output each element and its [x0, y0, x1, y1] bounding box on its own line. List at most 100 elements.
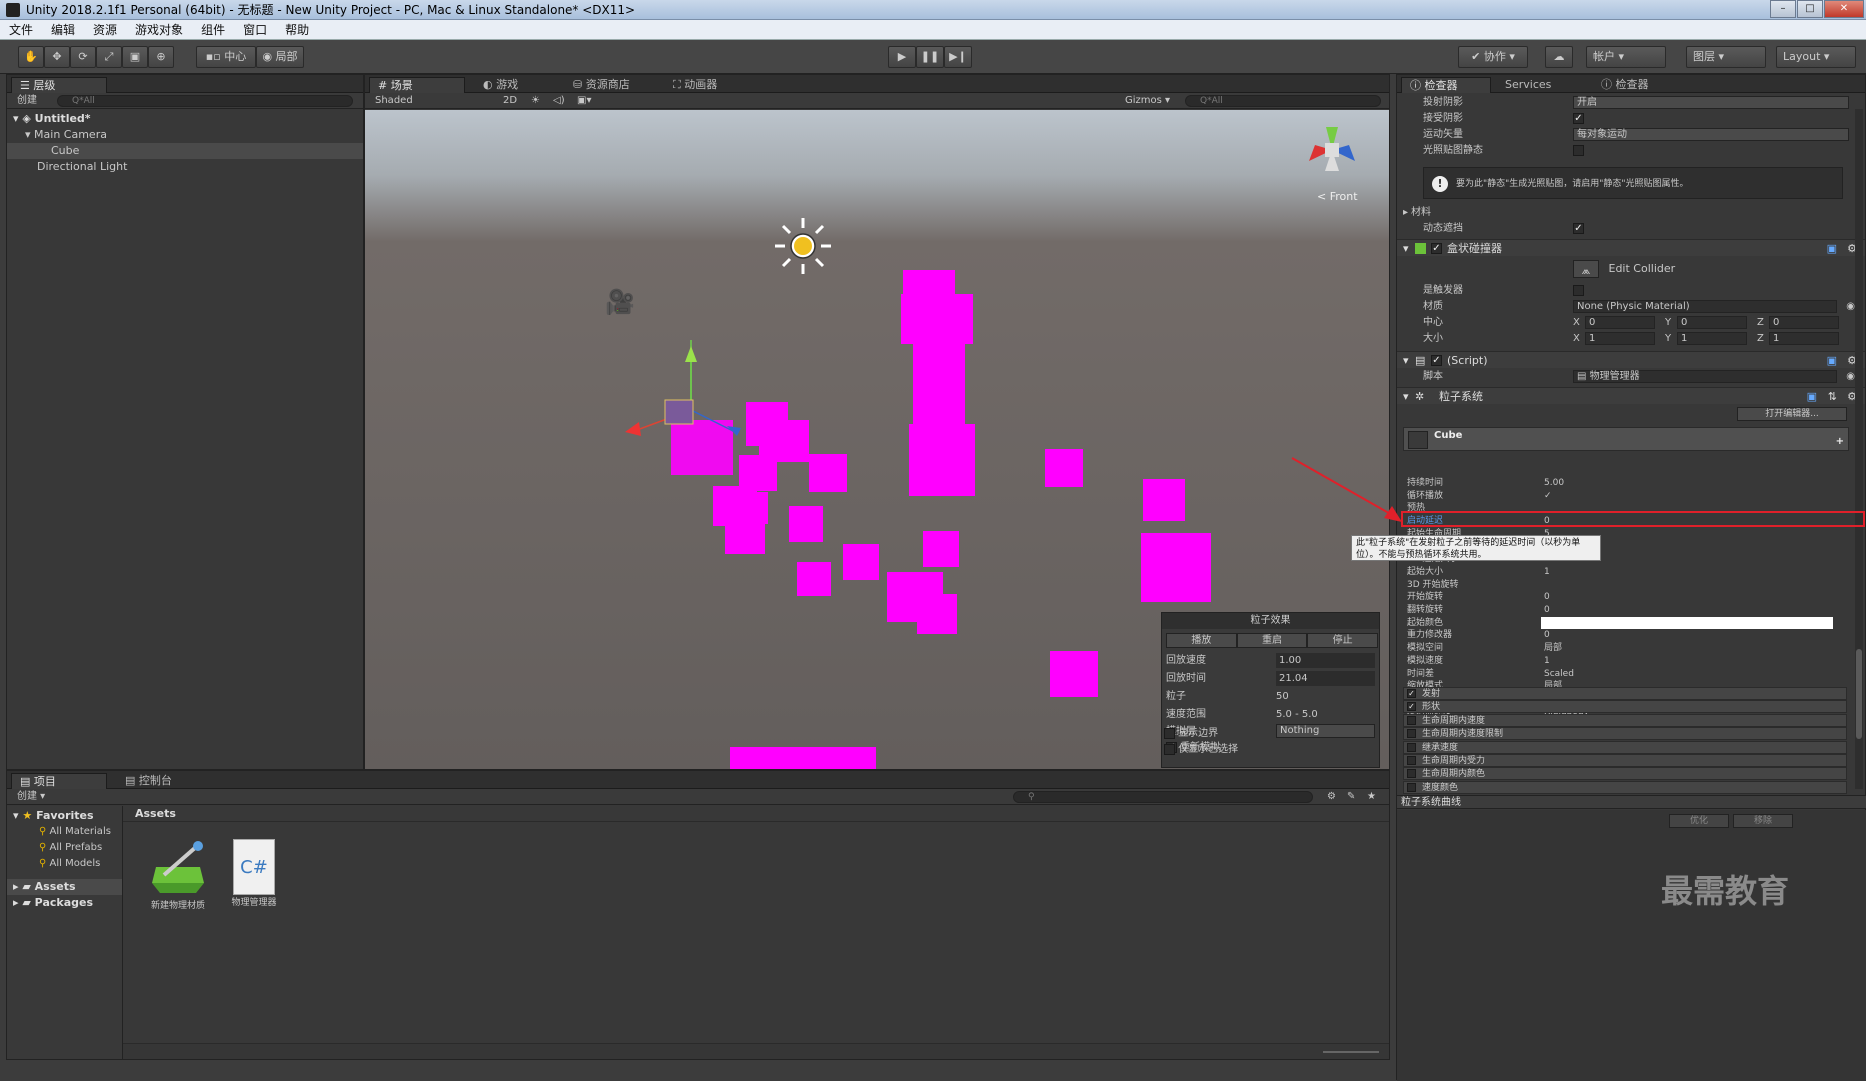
property-value-field[interactable]: 1 — [1541, 566, 1841, 578]
particle-module-row[interactable]: 速度颜色 — [1403, 780, 1847, 794]
menu-window[interactable]: 窗口 — [234, 20, 276, 40]
checkbox-checked-icon[interactable]: ✓ — [1407, 689, 1416, 698]
move-tool-icon[interactable]: ✥ — [44, 46, 70, 68]
menu-gameobject[interactable]: 游戏对象 — [126, 20, 192, 40]
tab-services[interactable]: Services — [1497, 77, 1559, 93]
effects-toggle-icon[interactable]: ▣▾ — [577, 93, 591, 109]
property-value-field[interactable]: 0 — [1541, 591, 1841, 603]
rect-tool-icon[interactable]: ▣ — [122, 46, 148, 68]
particle-module-row[interactable]: 继承速度 — [1403, 740, 1847, 754]
checkbox-icon[interactable] — [1573, 145, 1584, 156]
particle-module-row[interactable]: 生命周期内受力 — [1403, 754, 1847, 767]
particle-curves-area[interactable]: 优化 移除 最需教育 — [1397, 810, 1866, 1081]
directional-light-icon[interactable] — [775, 218, 831, 274]
checkbox-icon[interactable] — [1407, 782, 1416, 792]
tab-scene[interactable]: # 场景 — [369, 77, 465, 93]
favorite-all-materials[interactable]: ⚲ All Materials — [7, 824, 122, 840]
checkbox-icon[interactable] — [1164, 727, 1175, 739]
property-value-field[interactable] — [1541, 579, 1841, 591]
space-toggle-button[interactable]: ◉ 局部 — [256, 46, 304, 68]
property-value-field[interactable]: ✓ — [1541, 490, 1841, 502]
show-bounds-toggle[interactable]: 显示边界 — [1164, 727, 1218, 741]
play-button[interactable]: ▶ — [888, 46, 916, 68]
checkbox-icon[interactable] — [1407, 715, 1416, 725]
property-value-field[interactable]: 1 — [1541, 655, 1841, 667]
pause-button[interactable]: ❚❚ — [916, 46, 944, 68]
assets-folder[interactable]: ▸ ▰ Assets — [7, 879, 122, 895]
particle-module-row[interactable]: 生命周期内颜色 — [1403, 767, 1847, 781]
checkbox-icon[interactable] — [1407, 756, 1416, 765]
property-value-field[interactable]: 5.00 — [1541, 477, 1841, 489]
layout-dropdown[interactable]: Layout ▾ — [1776, 46, 1856, 68]
box-collider-header[interactable]: ▾ ✓ 盒状碰撞器 ▣ ⚙ — [1397, 239, 1865, 256]
center-z-field[interactable]: 0 — [1769, 316, 1839, 329]
tab-animator[interactable]: ⛶ 动画器 — [665, 77, 725, 93]
stop-effect-button[interactable]: 停止 — [1307, 633, 1379, 648]
checkbox-icon[interactable] — [1407, 729, 1416, 739]
particle-module-row[interactable]: ✓ 发射 — [1403, 687, 1847, 700]
menu-assets[interactable]: 资源 — [84, 20, 126, 40]
script-reference-field[interactable]: ▤ 物理管理器 — [1573, 370, 1837, 383]
pivot-toggle-button[interactable]: ▪▫ 中心 — [196, 46, 256, 68]
rotate-tool-icon[interactable]: ⟳ — [70, 46, 96, 68]
filter-label-icon[interactable]: ✎ — [1347, 789, 1355, 805]
center-x-field[interactable]: 0 — [1585, 316, 1655, 329]
favorite-all-models[interactable]: ⚲ All Models — [7, 856, 122, 872]
project-create-dropdown[interactable]: 创建 ▾ — [17, 789, 45, 805]
remove-button[interactable]: 移除 — [1733, 814, 1793, 828]
checkbox-icon[interactable] — [1164, 743, 1175, 755]
asset-script[interactable]: C# 物理管理器 — [219, 839, 289, 919]
component-enabled-checkbox[interactable]: ✓ — [1431, 355, 1442, 366]
scene-search-input[interactable]: Q*All — [1185, 95, 1381, 107]
project-search-input[interactable]: ⚲ — [1013, 791, 1313, 803]
checkbox-icon[interactable] — [1573, 285, 1584, 296]
particle-module-row[interactable]: ✓ 形状 — [1403, 700, 1847, 714]
layers-dropdown[interactable]: 图层 ▾ — [1686, 46, 1766, 68]
packages-folder[interactable]: ▸ ▰ Packages — [7, 895, 122, 911]
edit-collider-button[interactable]: ⩕ — [1573, 260, 1599, 278]
optimize-button[interactable]: 优化 — [1669, 814, 1729, 828]
restart-effect-button[interactable]: 重启 — [1236, 633, 1308, 648]
shading-dropdown[interactable]: Shaded — [375, 93, 413, 109]
playback-time-field[interactable]: 21.04 — [1276, 671, 1375, 686]
menu-file[interactable]: 文件 — [0, 20, 42, 40]
gizmos-dropdown[interactable]: Gizmos ▾ — [1125, 93, 1170, 109]
transform-tool-icon[interactable]: ⊕ — [148, 46, 174, 68]
center-y-field[interactable]: 0 — [1677, 316, 1747, 329]
hierarchy-item-main-camera[interactable]: ▾ Main Camera — [7, 127, 363, 143]
minimize-button[interactable]: – — [1770, 0, 1796, 18]
tab-console[interactable]: ▤ 控制台 — [117, 773, 180, 789]
close-button[interactable]: ✕ — [1824, 0, 1864, 18]
menu-edit[interactable]: 编辑 — [42, 20, 84, 40]
size-z-field[interactable]: 1 — [1769, 332, 1839, 345]
scrollbar-thumb[interactable] — [1856, 649, 1862, 739]
tab-asset-store[interactable]: ⛁ 资源商店 — [565, 77, 638, 93]
filter-type-icon[interactable]: ⚙ — [1327, 789, 1336, 805]
simulate-layers-dropdown[interactable]: Nothing — [1276, 724, 1375, 738]
menu-help[interactable]: 帮助 — [276, 20, 318, 40]
property-value-field[interactable]: 0 — [1541, 629, 1841, 641]
property-value-field[interactable]: Scaled — [1541, 668, 1841, 680]
favorite-all-prefabs[interactable]: ⚲ All Prefabs — [7, 840, 122, 856]
particle-curves-header[interactable]: 粒子系统曲线 — [1397, 795, 1866, 809]
scene-viewport[interactable]: 🎥 < Front 粒子效果 播放 重启 停止 回放速度 1.00 回放时间 21.… — [365, 110, 1389, 769]
show-selected-only-toggle[interactable]: 仅显示已选择 — [1164, 743, 1238, 757]
preset-icon[interactable]: ⇅ — [1828, 388, 1837, 405]
checkbox-checked-icon[interactable]: ✓ — [1407, 702, 1416, 712]
tab-game[interactable]: ◐ 游戏 — [475, 77, 526, 93]
play-effect-button[interactable]: 播放 — [1166, 633, 1237, 648]
playback-speed-field[interactable]: 1.00 — [1276, 653, 1375, 668]
particle-system-main-module[interactable]: Cube + — [1403, 427, 1849, 451]
audio-toggle-icon[interactable]: ◁) — [553, 93, 565, 109]
help-icon[interactable]: ▣ — [1827, 352, 1837, 369]
checkbox-icon[interactable] — [1407, 769, 1416, 779]
property-value-field[interactable]: 局部 — [1541, 642, 1841, 654]
property-value-field[interactable]: 0 — [1541, 604, 1841, 616]
particle-module-row[interactable]: 生命周期内速度 — [1403, 713, 1847, 727]
checkbox-checked-icon[interactable]: ✓ — [1573, 223, 1584, 234]
materials-row[interactable]: ▸ 材料 — [1397, 205, 1865, 220]
hierarchy-item-directional-light[interactable]: Directional Light — [7, 159, 363, 175]
step-button[interactable]: ▶❙ — [944, 46, 972, 68]
create-dropdown[interactable]: 创建 — [17, 93, 37, 109]
object-picker-icon[interactable]: ◉ — [1846, 369, 1855, 384]
